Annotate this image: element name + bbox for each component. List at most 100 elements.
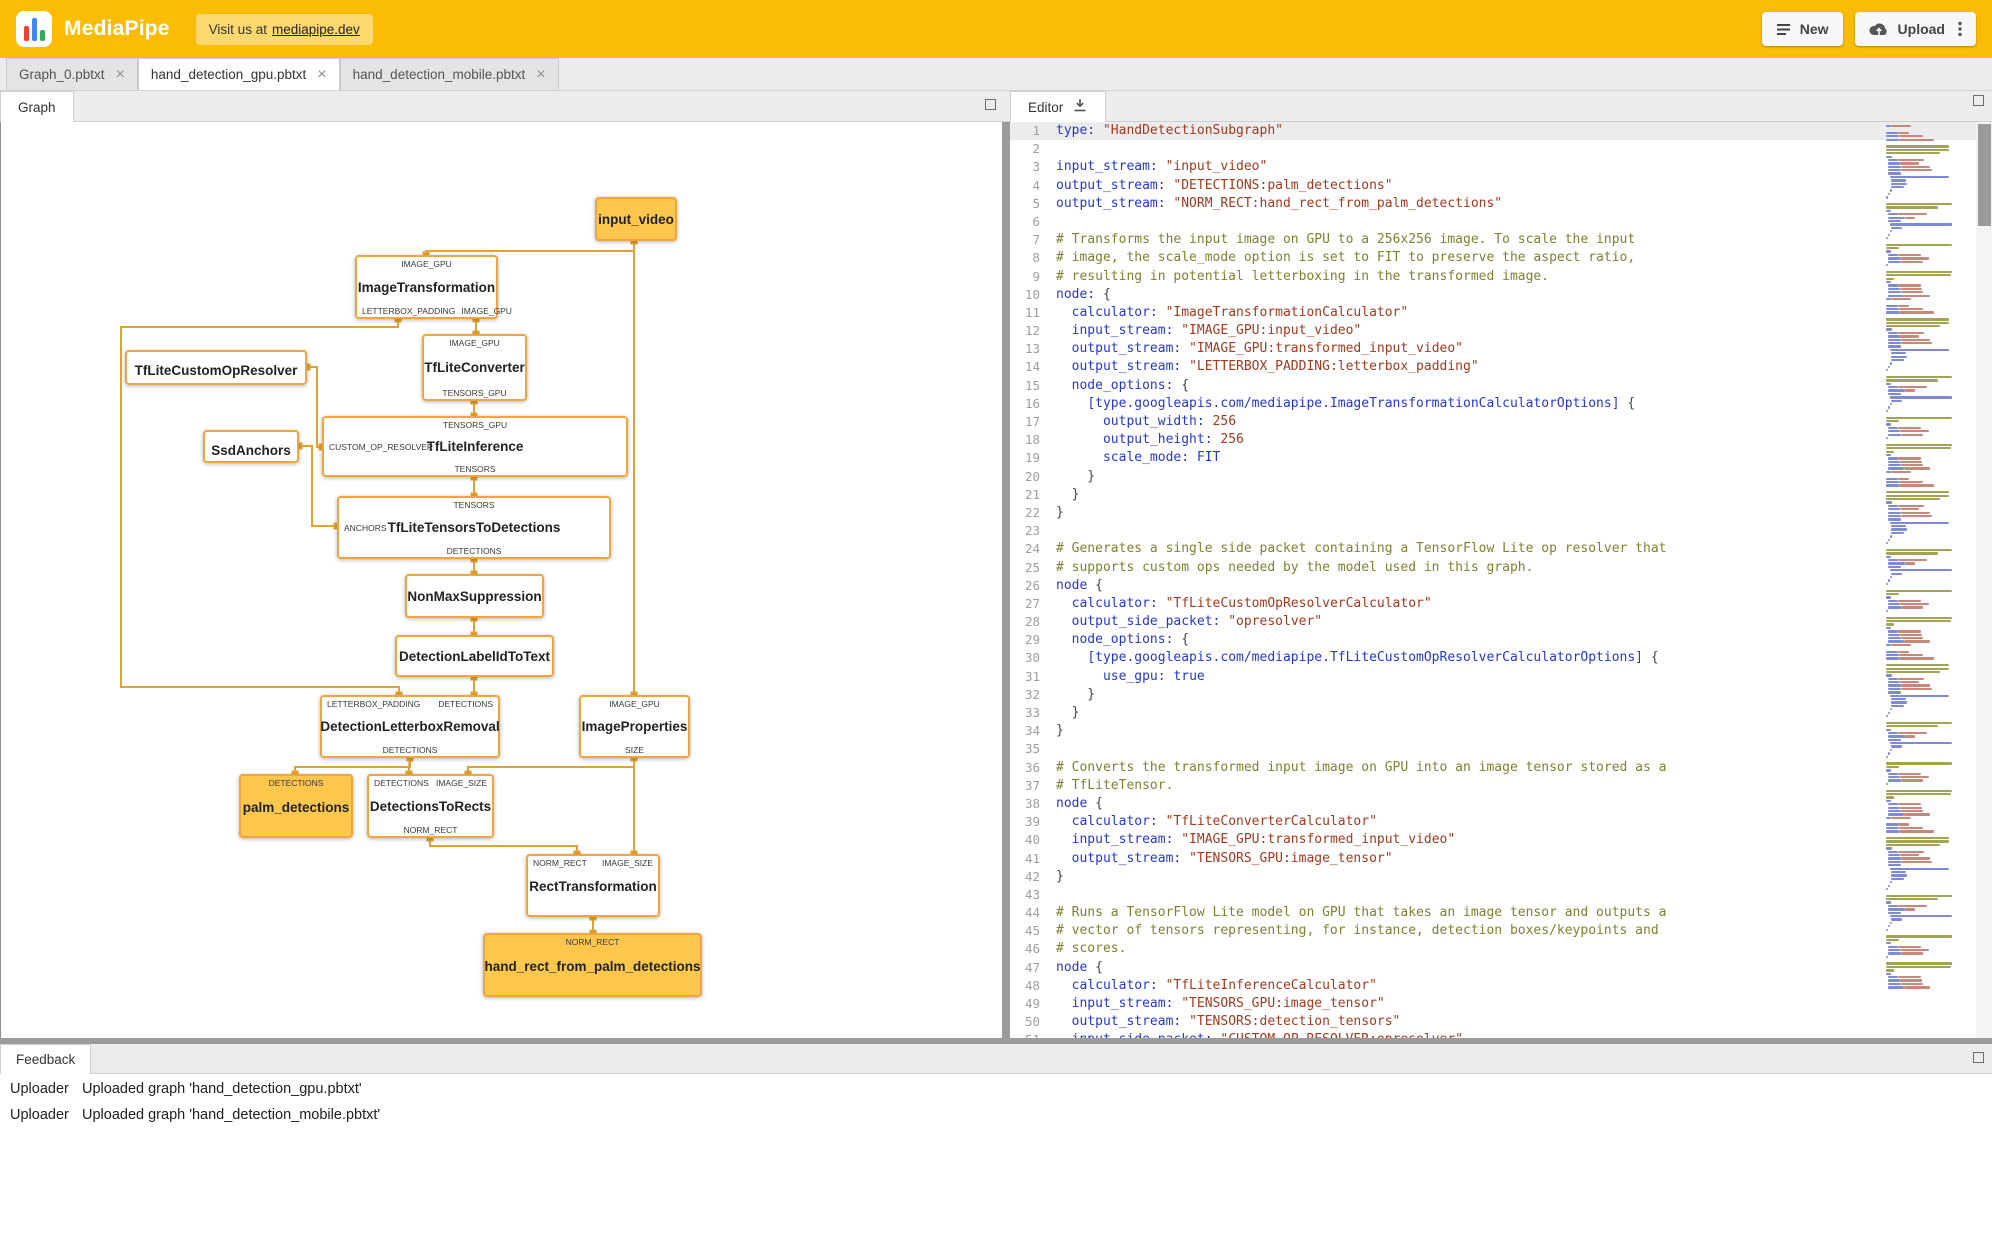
file-tab-Graph_0.pbtxt[interactable]: Graph_0.pbtxt × bbox=[6, 58, 138, 90]
graph-node-TfLiteInference[interactable]: TENSORS_GPU CUSTOM_OP_RESOLVER TfLiteInfer… bbox=[322, 416, 628, 477]
code-line-41[interactable]: 41 output_stream: "TENSORS_GPU:image_ten… bbox=[1010, 850, 1992, 868]
graph-node-TfLiteTensorsToDetections[interactable]: TENSORS ANCHORS TfLiteTensorsToDetections D… bbox=[337, 496, 611, 559]
upload-button[interactable]: Upload bbox=[1854, 12, 1976, 46]
tab-feedback[interactable]: Feedback bbox=[0, 1044, 92, 1074]
new-button[interactable]: New bbox=[1761, 12, 1843, 46]
line-number: 22 bbox=[1024, 504, 1040, 520]
code-line-13[interactable]: 13 output_stream: "IMAGE_GPU:transformed… bbox=[1010, 340, 1992, 358]
kebab-menu-icon[interactable] bbox=[1958, 21, 1962, 37]
tab-graph[interactable]: Graph bbox=[0, 91, 74, 122]
code-line-4[interactable]: 4 output_stream: "DETECTIONS:palm_detecti… bbox=[1010, 177, 1992, 195]
graph-canvas[interactable]: input_video IMAGE_GPU ImageTransformation L… bbox=[0, 122, 1002, 1038]
code-line-3[interactable]: 3 input_stream: "input_video" bbox=[1010, 158, 1992, 176]
code-line-27[interactable]: 27 calculator: "TfLiteCustomOpResolverCa… bbox=[1010, 595, 1992, 613]
graph-node-palm_detections[interactable]: DETECTIONS palm_detections bbox=[239, 774, 353, 838]
code-line-8[interactable]: 8 # image, the scale_mode option is set t… bbox=[1010, 249, 1992, 267]
code-line-6[interactable]: 6 bbox=[1010, 213, 1992, 231]
code-text: output_stream: "NORM_RECT:hand_rect_from… bbox=[1056, 195, 1503, 211]
code-line-2[interactable]: 2 bbox=[1010, 140, 1992, 158]
code-line-21[interactable]: 21 } bbox=[1010, 486, 1992, 504]
code-line-5[interactable]: 5 output_stream: "NORM_RECT:hand_rect_fro… bbox=[1010, 195, 1992, 213]
tab-close-icon[interactable]: × bbox=[536, 66, 545, 83]
code-line-26[interactable]: 26 node { bbox=[1010, 577, 1992, 595]
code-line-32[interactable]: 32 } bbox=[1010, 686, 1992, 704]
code-line-20[interactable]: 20 } bbox=[1010, 468, 1992, 486]
code-line-11[interactable]: 11 calculator: "ImageTransformationCalcu… bbox=[1010, 304, 1992, 322]
code-line-22[interactable]: 22} bbox=[1010, 504, 1992, 522]
code-line-43[interactable]: 43 bbox=[1010, 886, 1992, 904]
code-line-17[interactable]: 17 output_width: 256 bbox=[1010, 413, 1992, 431]
file-tab-hand_detection_gpu.pbtxt[interactable]: hand_detection_gpu.pbtxt × bbox=[137, 58, 340, 90]
code-line-12[interactable]: 12 input_stream: "IMAGE_GPU:input_video" bbox=[1010, 322, 1992, 340]
graph-node-RectTransformation[interactable]: NORM_RECT IMAGE_SIZE RectTransformation bbox=[526, 854, 660, 917]
code-line-29[interactable]: 29 node_options: { bbox=[1010, 631, 1992, 649]
code-line-30[interactable]: 30 [type.googleapis.com/mediapipe.TfLite… bbox=[1010, 649, 1992, 667]
code-editor[interactable]: 1 type: "HandDetectionSubgraph" 2 3 input_st… bbox=[1010, 122, 1992, 1038]
code-line-47[interactable]: 47 node { bbox=[1010, 959, 1992, 977]
editor-scrollbar-track[interactable] bbox=[1976, 122, 1992, 1038]
file-tab-hand_detection_mobile.pbtxt[interactable]: hand_detection_mobile.pbtxt × bbox=[339, 58, 559, 90]
code-line-40[interactable]: 40 input_stream: "IMAGE_GPU:transformed_… bbox=[1010, 831, 1992, 849]
code-text: # Runs a TensorFlow Lite model on GPU th… bbox=[1056, 905, 1667, 921]
mediapipe-dev-link[interactable]: mediapipe.dev bbox=[272, 22, 360, 37]
node-label: palm_detections bbox=[242, 799, 350, 815]
header-actions: New Upload bbox=[1761, 12, 1976, 46]
code-line-31[interactable]: 31 use_gpu: true bbox=[1010, 668, 1992, 686]
code-line-36[interactable]: 36 # Converts the transformed input image… bbox=[1010, 759, 1992, 777]
code-line-35[interactable]: 35 bbox=[1010, 740, 1992, 758]
code-line-39[interactable]: 39 calculator: "TfLiteConverterCalculato… bbox=[1010, 813, 1992, 831]
code-line-15[interactable]: 15 node_options: { bbox=[1010, 377, 1992, 395]
code-line-33[interactable]: 33 } bbox=[1010, 704, 1992, 722]
code-line-7[interactable]: 7 # Transforms the input image on GPU to … bbox=[1010, 231, 1992, 249]
node-label: ImageProperties bbox=[581, 719, 688, 734]
code-line-34[interactable]: 34} bbox=[1010, 722, 1992, 740]
code-line-45[interactable]: 45 # vector of tensors representing, for … bbox=[1010, 922, 1992, 940]
code-line-23[interactable]: 23 bbox=[1010, 522, 1992, 540]
code-text: [type.googleapis.com/mediapipe.TfLiteCus… bbox=[1087, 650, 1659, 666]
graph-node-TfLiteConverter[interactable]: IMAGE_GPU TfLiteConverter TENSORS_GPU bbox=[422, 334, 527, 401]
code-line-49[interactable]: 49 input_stream: "TENSORS_GPU:image_tens… bbox=[1010, 995, 1992, 1013]
graph-node-TfLiteCustomOpResolver[interactable]: TfLiteCustomOpResolver bbox=[125, 350, 307, 385]
expand-editor-panel-icon[interactable] bbox=[1973, 95, 1984, 106]
editor-scrollbar-thumb[interactable] bbox=[1978, 124, 1991, 226]
code-line-46[interactable]: 46 # scores. bbox=[1010, 940, 1992, 958]
editor-minimap[interactable] bbox=[1886, 125, 1970, 990]
tab-close-icon[interactable]: × bbox=[317, 66, 326, 83]
graph-node-input_video[interactable]: input_video bbox=[595, 197, 677, 241]
tab-close-icon[interactable]: × bbox=[116, 66, 125, 83]
code-line-38[interactable]: 38 node { bbox=[1010, 795, 1992, 813]
port-label-IMAGE_GPU: IMAGE_GPU bbox=[449, 338, 500, 348]
line-number: 41 bbox=[1024, 850, 1040, 866]
download-icon[interactable] bbox=[1072, 98, 1088, 116]
code-line-9[interactable]: 9 # resulting in potential letterboxing i… bbox=[1010, 268, 1992, 286]
expand-feedback-panel-icon[interactable] bbox=[1973, 1052, 1984, 1063]
code-line-28[interactable]: 28 output_side_packet: "opresolver" bbox=[1010, 613, 1992, 631]
graph-node-SsdAnchors[interactable]: SsdAnchors bbox=[203, 430, 299, 463]
code-line-19[interactable]: 19 scale_mode: FIT bbox=[1010, 449, 1992, 467]
code-line-14[interactable]: 14 output_stream: "LETTERBOX_PADDING:let… bbox=[1010, 358, 1992, 376]
graph-node-NonMaxSuppression[interactable]: NonMaxSuppression bbox=[405, 574, 544, 618]
code-line-25[interactable]: 25 # supports custom ops needed by the mo… bbox=[1010, 559, 1992, 577]
code-line-37[interactable]: 37 # TfLiteTensor. bbox=[1010, 777, 1992, 795]
code-line-48[interactable]: 48 calculator: "TfLiteInferenceCalculato… bbox=[1010, 977, 1992, 995]
file-tab-bar: Graph_0.pbtxt × hand_detection_gpu.pbtxt × h… bbox=[0, 58, 1992, 91]
code-line-42[interactable]: 42} bbox=[1010, 868, 1992, 886]
tab-editor[interactable]: Editor bbox=[1010, 91, 1107, 122]
code-line-10[interactable]: 10 node: { bbox=[1010, 286, 1992, 304]
code-line-51[interactable]: 51 input_side_packet: "CUSTOM_OP_RESOLVE… bbox=[1010, 1031, 1992, 1038]
node-label: DetectionLetterboxRemoval bbox=[320, 719, 500, 734]
code-line-1[interactable]: 1 type: "HandDetectionSubgraph" bbox=[1010, 122, 1992, 141]
code-line-24[interactable]: 24 # Generates a single side packet conta… bbox=[1010, 540, 1992, 558]
graph-node-DetectionLetterboxRemoval[interactable]: LETTERBOX_PADDING DETECTIONS DetectionLett… bbox=[320, 695, 500, 758]
graph-node-hand_rect_from_palm_detections[interactable]: NORM_RECT hand_rect_from_palm_detections bbox=[483, 933, 702, 997]
code-line-16[interactable]: 16 [type.googleapis.com/mediapipe.ImageT… bbox=[1010, 395, 1992, 413]
graph-node-ImageProperties[interactable]: IMAGE_GPU ImageProperties SIZE bbox=[579, 695, 690, 758]
graph-node-DetectionLabelIdToText[interactable]: DetectionLabelIdToText bbox=[395, 635, 554, 677]
graph-node-ImageTransformation[interactable]: IMAGE_GPU ImageTransformation LETTERBOX_PA… bbox=[355, 255, 512, 319]
code-text: use_gpu: true bbox=[1102, 668, 1205, 684]
expand-graph-panel-icon[interactable] bbox=[985, 99, 996, 110]
code-line-18[interactable]: 18 output_height: 256 bbox=[1010, 431, 1992, 449]
graph-node-DetectionsToRects[interactable]: DETECTIONS IMAGE_SIZE DetectionsToRects NOR… bbox=[367, 774, 494, 838]
code-line-50[interactable]: 50 output_stream: "TENSORS:detection_ten… bbox=[1010, 1013, 1992, 1031]
code-line-44[interactable]: 44 # Runs a TensorFlow Lite model on GPU … bbox=[1010, 904, 1992, 922]
